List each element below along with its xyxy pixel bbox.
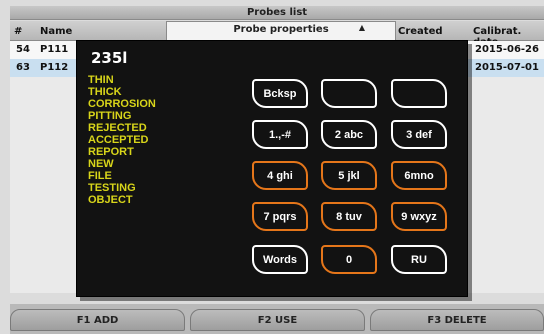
key-2[interactable]: 2 abc [321, 120, 377, 149]
word-suggestion[interactable]: REJECTED [88, 122, 228, 134]
probes-list-title: Probes list [10, 6, 544, 20]
word-suggestion[interactable]: TESTING [88, 182, 228, 194]
key-8[interactable]: 8 tuv [321, 202, 377, 231]
word-suggestion[interactable]: THICK [88, 86, 228, 98]
column-header-name[interactable]: Name [40, 26, 72, 37]
word-suggestion[interactable]: ACCEPTED [88, 134, 228, 146]
key-5[interactable]: 5 jkl [321, 161, 377, 190]
column-header-created[interactable]: Created [398, 26, 443, 37]
key-0[interactable]: 0 [321, 245, 377, 274]
word-suggestion[interactable]: PITTING [88, 110, 228, 122]
row-name: P112 [40, 62, 69, 73]
text-entry-keypad-dialog: 235l THIN THICK CORROSION PITTING REJECT… [76, 40, 468, 297]
row-calibration-date: 2015-07-01 [475, 62, 539, 73]
key-words[interactable]: Words [252, 245, 308, 274]
key-3[interactable]: 3 def [391, 120, 447, 149]
key-1[interactable]: 1.,-# [252, 120, 308, 149]
key-4[interactable]: 4 ghi [252, 161, 308, 190]
word-suggestion[interactable]: OBJECT [88, 194, 228, 206]
key-7[interactable]: 7 pqrs [252, 202, 308, 231]
word-suggestion[interactable]: NEW [88, 158, 228, 170]
word-suggestion-list: THIN THICK CORROSION PITTING REJECTED AC… [88, 74, 228, 206]
row-calibration-date: 2015-06-26 [475, 44, 539, 55]
word-suggestion[interactable]: FILE [88, 170, 228, 182]
key-language-ru[interactable]: RU [391, 245, 447, 274]
function-key-bar: F1 ADD F2 USE F3 DELETE [10, 304, 544, 334]
key-backspace[interactable]: Bcksp [252, 79, 308, 108]
row-number: 63 [16, 62, 30, 73]
text-entry-field[interactable]: 235l [91, 49, 127, 67]
f1-add-button[interactable]: F1 ADD [10, 309, 185, 331]
key-blank-2[interactable] [391, 79, 447, 108]
f2-use-button[interactable]: F2 USE [190, 309, 365, 331]
sort-up-icon[interactable]: ▲ [359, 23, 365, 32]
row-number: 54 [16, 44, 30, 55]
word-suggestion[interactable]: REPORT [88, 146, 228, 158]
row-name: P111 [40, 44, 69, 55]
key-9[interactable]: 9 wxyz [391, 202, 447, 231]
key-blank-1[interactable] [321, 79, 377, 108]
f3-delete-button[interactable]: F3 DELETE [370, 309, 544, 331]
word-suggestion[interactable]: THIN [88, 74, 228, 86]
word-suggestion[interactable]: CORROSION [88, 98, 228, 110]
key-6[interactable]: 6mno [391, 161, 447, 190]
column-header-number[interactable]: # [14, 26, 22, 37]
